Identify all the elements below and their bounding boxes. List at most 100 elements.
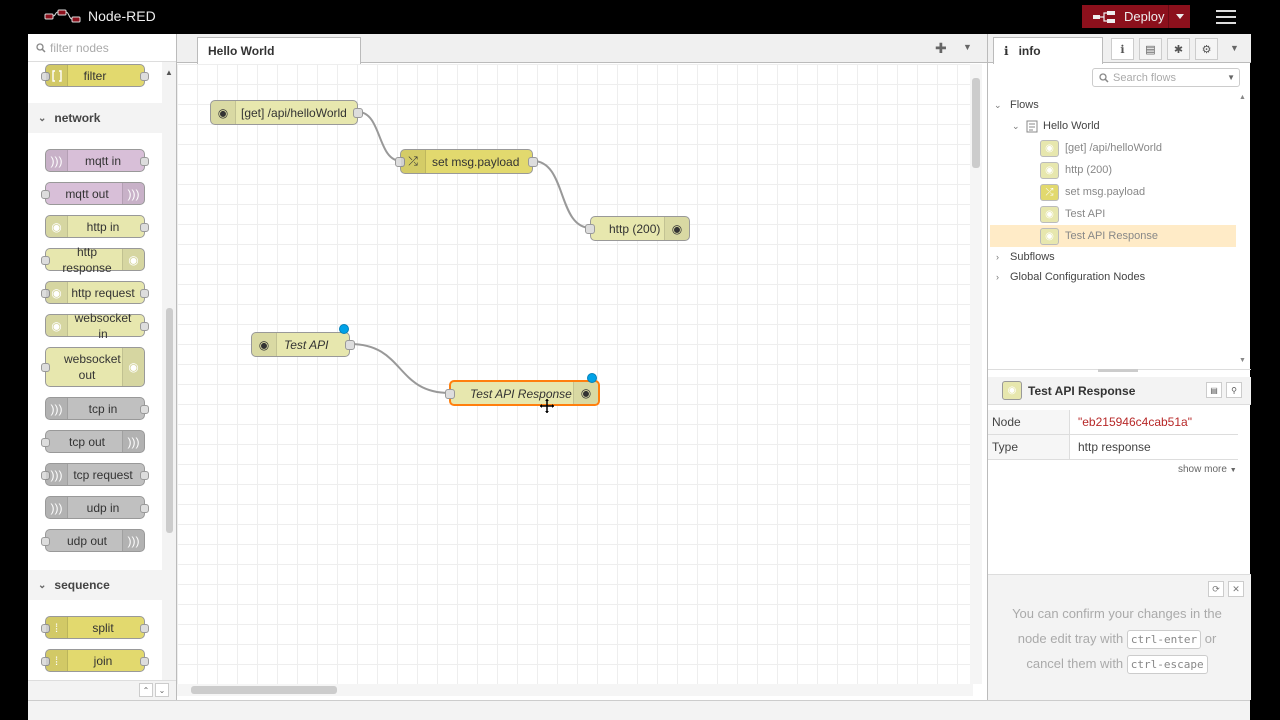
split-icon: ⁞ bbox=[46, 617, 68, 638]
tree-item-node[interactable]: ◉ http (200) bbox=[990, 159, 1236, 181]
palette-scroll-area: filter ⌄ network ))) mqtt in mqtt out ))… bbox=[28, 62, 176, 680]
app-logo: Node-RED bbox=[44, 8, 156, 24]
palette-node-mqtt-out[interactable]: mqtt out ))) bbox=[41, 182, 145, 205]
canvas-horizontal-scrollbar[interactable] bbox=[177, 684, 973, 696]
radio-waves-icon: ))) bbox=[122, 431, 144, 452]
flow-canvas[interactable]: ◉ [get] /api/helloWorld ⤮ set msg.payloa… bbox=[177, 64, 973, 684]
flow-node-set-payload[interactable]: ⤮ set msg.payload bbox=[395, 149, 538, 174]
globe-icon: ◉ bbox=[573, 382, 598, 404]
palette-node-http-response[interactable]: http response ◉ bbox=[41, 245, 145, 275]
flow-node-get-api[interactable]: ◉ [get] /api/helloWorld bbox=[210, 100, 363, 125]
tree-item-node[interactable]: ⤮ set msg.payload bbox=[990, 181, 1236, 203]
canvas-vertical-scrollbar[interactable] bbox=[970, 64, 982, 684]
deploy-dropdown-icon[interactable] bbox=[1168, 5, 1190, 28]
kbd-ctrl-enter: ctrl-enter bbox=[1126, 630, 1202, 649]
info-tab-icon[interactable]: ℹ bbox=[1111, 38, 1134, 60]
chevron-down-icon: ⌄ bbox=[38, 579, 47, 591]
tree-item-node[interactable]: ◉ Test API bbox=[990, 203, 1236, 225]
globe-icon: ◉ bbox=[252, 333, 277, 356]
tree-item-subflows[interactable]: › Subflows bbox=[990, 246, 1236, 268]
palette-scrollbar[interactable]: ▲ ▼ bbox=[165, 68, 174, 696]
palette-node-tcp-out[interactable]: tcp out ))) bbox=[41, 430, 145, 453]
shuffle-icon: ⤮ bbox=[401, 150, 426, 173]
globe-icon: ◉ bbox=[1040, 161, 1059, 179]
palette-footer: ⌃ ⌄ bbox=[28, 680, 176, 700]
globe-icon: ◉ bbox=[46, 315, 68, 336]
collapse-all-icon[interactable]: ⌃ bbox=[139, 683, 153, 697]
radio-waves-icon: ))) bbox=[46, 464, 68, 485]
main-menu-icon[interactable] bbox=[1214, 7, 1238, 27]
join-icon: ⁞ bbox=[46, 650, 68, 671]
sidebar: ℹ info ℹ ▤ ✱ ⚙ ▼ Search flows ▼ ⌄ Flows … bbox=[987, 34, 1251, 700]
tree-item-node[interactable]: ◉ [get] /api/helloWorld bbox=[990, 137, 1236, 159]
globe-icon: ◉ bbox=[1040, 139, 1059, 157]
flow-icon bbox=[1026, 120, 1038, 132]
refresh-icon[interactable]: ⟳ bbox=[1208, 581, 1224, 597]
chevron-down-icon[interactable]: ▼ bbox=[963, 42, 972, 52]
deploy-button[interactable]: Deploy bbox=[1082, 5, 1190, 28]
status-bar bbox=[28, 700, 1250, 720]
book-icon[interactable]: ▤ bbox=[1139, 38, 1162, 60]
palette-node-http-in[interactable]: ◉ http in bbox=[45, 215, 149, 238]
chevron-down-icon[interactable]: ▼ bbox=[1230, 43, 1239, 53]
book-icon[interactable]: ▤ bbox=[1206, 382, 1222, 398]
flow-workspace: Hello World ✚ ▼ ◉ [get] /api/helloWorld … bbox=[177, 34, 987, 715]
tree-item-node-selected[interactable]: ◉ Test API Response bbox=[990, 225, 1236, 247]
flow-search-input[interactable]: Search flows ▼ bbox=[1092, 68, 1240, 87]
tab-info[interactable]: ℹ info bbox=[993, 37, 1103, 64]
palette-node-join[interactable]: ⁞ join bbox=[41, 649, 149, 672]
wire-set-to-http200 bbox=[532, 160, 592, 229]
palette-category-network[interactable]: ⌄ network bbox=[28, 103, 162, 133]
flow-node-test-api[interactable]: ◉ Test API bbox=[251, 332, 355, 357]
chevron-down-icon: ▼ bbox=[1227, 73, 1235, 82]
tree-item-hello-world[interactable]: ⌄ Hello World bbox=[990, 115, 1236, 137]
palette-node-http-request[interactable]: ◉ http request bbox=[41, 281, 149, 304]
help-text: You can confirm your changes in the node… bbox=[1002, 601, 1232, 676]
add-flow-icon[interactable]: ✚ bbox=[935, 40, 947, 57]
radio-waves-icon: ))) bbox=[46, 497, 68, 518]
flow-node-http-200[interactable]: http (200) ◉ bbox=[585, 216, 690, 241]
radio-waves-icon: ))) bbox=[122, 183, 144, 204]
globe-icon: ◉ bbox=[46, 282, 68, 303]
show-more-link[interactable]: show more ▼ bbox=[1178, 464, 1237, 475]
tree-scrollbar[interactable]: ▲ ▼ bbox=[1239, 94, 1247, 364]
gear-icon[interactable]: ⚙ bbox=[1195, 38, 1218, 60]
palette-node-udp-in[interactable]: ))) udp in bbox=[45, 496, 149, 519]
sidebar-tabs: ℹ info ℹ ▤ ✱ ⚙ ▼ bbox=[988, 34, 1251, 64]
tree-item-global-config[interactable]: › Global Configuration Nodes bbox=[990, 266, 1236, 288]
palette-node-filter[interactable]: filter bbox=[41, 64, 149, 87]
palette-node-websocket-out[interactable]: websocket out ◉ bbox=[41, 347, 145, 387]
search-icon[interactable]: ⚲ bbox=[1226, 382, 1242, 398]
header-bar: Node-RED Deploy bbox=[0, 0, 1280, 34]
window-frame-right bbox=[1250, 0, 1280, 720]
palette-search-input[interactable]: filter nodes bbox=[28, 34, 176, 62]
palette-node-tcp-in[interactable]: ))) tcp in bbox=[45, 397, 149, 420]
globe-icon: ◉ bbox=[122, 348, 144, 386]
chevron-right-icon: › bbox=[996, 272, 999, 282]
tree-item-flows[interactable]: ⌄ Flows bbox=[990, 94, 1236, 116]
radio-waves-icon: ))) bbox=[46, 398, 68, 419]
palette-node-mqtt-in[interactable]: ))) mqtt in bbox=[45, 149, 149, 172]
flow-node-test-api-response[interactable]: Test API Response ◉ bbox=[445, 380, 600, 406]
palette-node-split[interactable]: ⁞ split bbox=[41, 616, 149, 639]
changed-indicator bbox=[339, 324, 349, 334]
expand-all-icon[interactable]: ⌄ bbox=[155, 683, 169, 697]
window-frame-left bbox=[0, 0, 28, 720]
palette-node-websocket-in[interactable]: ◉ websocket in bbox=[45, 311, 149, 341]
palette-category-sequence[interactable]: ⌄ sequence bbox=[28, 570, 162, 600]
palette-node-tcp-request[interactable]: ))) tcp request bbox=[41, 463, 149, 486]
shuffle-icon: ⤮ bbox=[1040, 183, 1059, 201]
prop-row-node: Node "eb215946c4cab51a" bbox=[988, 410, 1238, 435]
bug-icon[interactable]: ✱ bbox=[1167, 38, 1190, 60]
app-title: Node-RED bbox=[88, 8, 156, 24]
node-red-logo-icon bbox=[44, 9, 81, 23]
palette-node-udp-out[interactable]: udp out ))) bbox=[41, 529, 145, 552]
sidebar-splitter[interactable] bbox=[988, 369, 1251, 373]
search-icon bbox=[36, 42, 46, 53]
wire-get-to-set bbox=[357, 111, 402, 162]
scroll-up-icon[interactable]: ▲ bbox=[165, 68, 173, 77]
chevron-down-icon: ⌄ bbox=[38, 112, 47, 124]
tab-hello-world[interactable]: Hello World bbox=[197, 37, 361, 64]
globe-icon: ◉ bbox=[1002, 381, 1022, 400]
close-icon[interactable]: ✕ bbox=[1228, 581, 1244, 597]
